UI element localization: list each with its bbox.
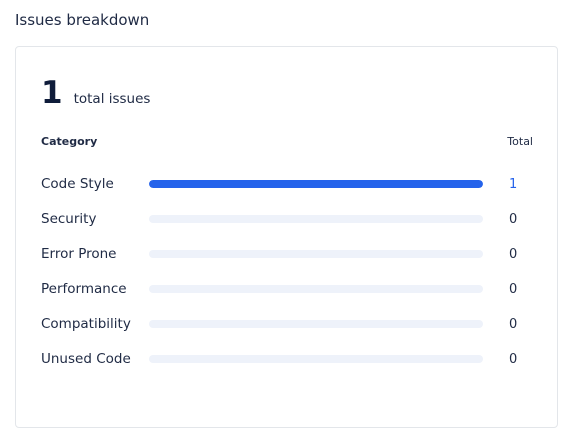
category-column-header: Category [41,135,98,148]
category-bar [149,180,483,188]
total-issues-label: total issues [73,91,151,107]
category-row-compatibility[interactable]: Compatibility 0 [41,310,541,345]
category-bar [149,355,483,363]
total-column-header: Total [507,135,533,148]
category-label: Unused Code [41,351,131,367]
category-count: 0 [509,352,518,367]
category-bar [149,285,483,293]
category-row-error-prone[interactable]: Error Prone 0 [41,240,541,275]
category-row-code-style[interactable]: Code Style 1 [41,170,541,205]
category-count: 0 [509,282,518,297]
category-row-unused-code[interactable]: Unused Code 0 [41,345,541,380]
category-label: Compatibility [41,316,131,332]
category-label: Performance [41,281,127,297]
category-count: 0 [509,317,518,332]
section-title: Issues breakdown [15,11,150,29]
category-count[interactable]: 1 [509,177,517,192]
category-list: Code Style 1 Security 0 Error Prone 0 Pe… [41,170,541,380]
total-issues-summary: 1 total issues [41,75,150,111]
total-issues-count: 1 [41,75,63,111]
issues-breakdown-card: 1 total issues Category Total Code Style… [15,46,558,428]
category-bar [149,250,483,258]
category-row-security[interactable]: Security 0 [41,205,541,240]
category-bar [149,320,483,328]
category-bar-fill [149,180,483,188]
category-label: Error Prone [41,246,117,262]
category-row-performance[interactable]: Performance 0 [41,275,541,310]
category-label: Security [41,211,97,227]
category-count: 0 [509,247,518,262]
category-bar [149,215,483,223]
category-count: 0 [509,212,518,227]
category-label: Code Style [41,176,114,192]
